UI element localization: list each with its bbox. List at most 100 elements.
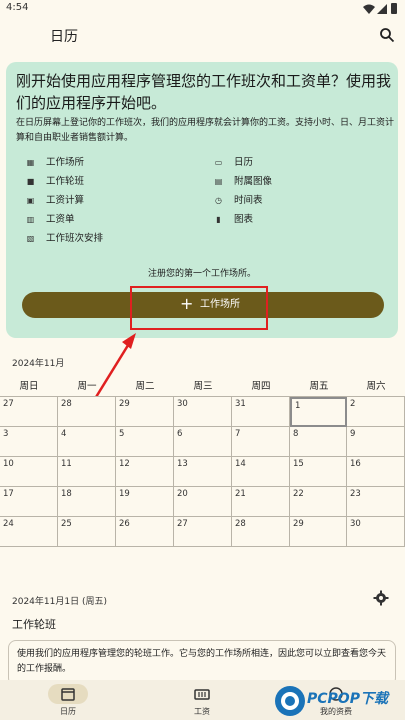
calendar-day-cell[interactable]: 11 xyxy=(58,457,116,487)
calendar-icon xyxy=(61,688,75,701)
page-title: 日历 xyxy=(50,29,78,45)
calculator-icon: ▣ xyxy=(26,196,35,205)
calendar-day-cell[interactable]: 25 xyxy=(58,517,116,547)
calendar-day-cell[interactable]: 14 xyxy=(232,457,290,487)
calendar-day-cell[interactable]: 13 xyxy=(174,457,232,487)
wifi-icon xyxy=(363,4,375,14)
watermark: PCPOP下载 xyxy=(273,684,403,718)
search-icon[interactable] xyxy=(379,27,395,43)
calendar-day-number: 12 xyxy=(119,459,130,469)
calendar-day-cell[interactable]: 19 xyxy=(116,487,174,517)
calendar-day-number: 27 xyxy=(177,519,188,529)
gear-icon[interactable] xyxy=(373,590,389,606)
calendar-day-cell[interactable]: 5 xyxy=(116,427,174,457)
calendar-day-number: 29 xyxy=(293,519,304,529)
calendar-day-cell[interactable]: 20 xyxy=(174,487,232,517)
welcome-description: 在日历屏幕上登记你的工作班次，我们的应用程序就会计算你的工资。支持小时、日、月工… xyxy=(16,118,395,143)
calendar-day-number: 1 xyxy=(295,401,301,411)
calendar-day-cell[interactable]: 28 xyxy=(58,397,116,427)
calendar-day-number: 17 xyxy=(3,489,14,499)
calendar-day-cell[interactable]: 9 xyxy=(347,427,405,457)
calendar-day-cell[interactable]: 27 xyxy=(0,397,58,427)
calendar-day-cell[interactable]: 27 xyxy=(174,517,232,547)
calendar-day-cell[interactable]: 7 xyxy=(232,427,290,457)
weekday-mon: 周一 xyxy=(77,381,97,392)
calendar-day-number: 16 xyxy=(350,459,361,469)
calendar-day-number: 19 xyxy=(119,489,130,499)
shift-info-text: 使用我们的应用程序管理您的轮班工作。它与您的工作场所相连，因此您可以立即查看您今… xyxy=(17,649,387,674)
calendar-day-cell[interactable]: 6 xyxy=(174,427,232,457)
calendar-day-number: 27 xyxy=(3,399,14,409)
selected-date-label: 2024年11月1日 (周五) xyxy=(12,597,107,607)
calendar-day-number: 4 xyxy=(61,429,67,439)
calendar-day-cell[interactable]: 21 xyxy=(232,487,290,517)
chart-icon: ▮ xyxy=(216,215,221,224)
calendar-day-cell[interactable]: 15 xyxy=(290,457,347,487)
status-time: 4:54 xyxy=(6,2,29,13)
calendar-day-cell[interactable]: 2 xyxy=(347,397,405,427)
calendar-day-number: 13 xyxy=(177,459,188,469)
calendar-day-number: 2 xyxy=(350,399,356,409)
calendar-day-number: 21 xyxy=(235,489,246,499)
welcome-heading: 刚开始使用应用程序管理您的工作班次和工资单？使用我们的应用程序开始吧。 xyxy=(16,72,392,112)
nav-item-payroll[interactable]: 工资 xyxy=(162,684,242,718)
calendar-day-number: 11 xyxy=(61,459,72,469)
status-icons xyxy=(363,3,399,15)
building-icon: ▦ xyxy=(26,158,35,167)
calendar-day-number: 14 xyxy=(235,459,246,469)
calendar-day-cell[interactable]: 4 xyxy=(58,427,116,457)
calendar-day-number: 6 xyxy=(177,429,183,439)
weekday-tue: 周二 xyxy=(135,381,155,392)
calendar-day-cell[interactable]: 29 xyxy=(116,397,174,427)
payroll-icon xyxy=(194,689,210,700)
calendar-day-number: 26 xyxy=(119,519,130,529)
briefcase-icon: ■ xyxy=(26,177,35,186)
calendar-day-number: 24 xyxy=(3,519,14,529)
calendar-day-cell[interactable]: 29 xyxy=(290,517,347,547)
calendar-day-cell[interactable]: 31 xyxy=(232,397,290,427)
calendar-day-number: 23 xyxy=(350,489,361,499)
calendar-day-cell[interactable]: 24 xyxy=(0,517,58,547)
calendar-day-cell[interactable]: 12 xyxy=(116,457,174,487)
calendar-day-number: 9 xyxy=(350,429,356,439)
calendar-day-number: 30 xyxy=(177,399,188,409)
calendar-day-cell[interactable]: 30 xyxy=(174,397,232,427)
calendar-day-cell[interactable]: 23 xyxy=(347,487,405,517)
calendar-day-number: 7 xyxy=(235,429,241,439)
clock-icon: ◷ xyxy=(215,196,222,205)
weekday-sun: 周日 xyxy=(19,381,39,392)
calendar-day-cell[interactable]: 22 xyxy=(290,487,347,517)
calendar-day-cell[interactable]: 17 xyxy=(0,487,58,517)
nav-item-calendar[interactable]: 日历 xyxy=(28,684,108,718)
weekday-header: 周日 周一 周二 周三 周四 周五 周六 xyxy=(0,378,405,394)
calendar-day-cell[interactable]: 10 xyxy=(0,457,58,487)
month-label: 2024年11月 xyxy=(12,359,65,369)
calendar-day-cell[interactable]: 28 xyxy=(232,517,290,547)
calendar-day-number: 15 xyxy=(293,459,304,469)
calendar-day-cell[interactable]: 26 xyxy=(116,517,174,547)
weekday-thu: 周四 xyxy=(251,381,271,392)
calendar-day-number: 29 xyxy=(119,399,130,409)
calendar-day-number: 18 xyxy=(61,489,72,499)
status-bar: 4:54 xyxy=(0,0,405,18)
weekday-sat: 周六 xyxy=(366,381,386,392)
calendar-day-number: 28 xyxy=(235,519,246,529)
battery-icon xyxy=(391,3,397,14)
signal-icon xyxy=(377,4,387,14)
calendar-day-cell[interactable]: 30 xyxy=(347,517,405,547)
calendar-day-number: 8 xyxy=(293,429,299,439)
watermark-text: PCPOP下载 xyxy=(307,691,388,707)
register-prompt: 注册您的第一个工作场所。 xyxy=(147,269,256,279)
calendar-day-cell[interactable]: 1 xyxy=(290,397,347,427)
calendar-day-cell[interactable]: 8 xyxy=(290,427,347,457)
calendar-day-number: 28 xyxy=(61,399,72,409)
schedule-icon: ▧ xyxy=(26,234,35,243)
calendar-day-cell[interactable]: 16 xyxy=(347,457,405,487)
images-icon: ▤ xyxy=(214,177,223,186)
calendar-day-number: 20 xyxy=(177,489,188,499)
calendar-day-cell[interactable]: 3 xyxy=(0,427,58,457)
calendar-day-number: 5 xyxy=(119,429,125,439)
calendar-day-cell[interactable]: 18 xyxy=(58,487,116,517)
weekday-fri: 周五 xyxy=(309,381,329,392)
calendar-grid: 27 28 29 30 31 1 2 3 4 5 6 7 8 9 10 11 12 13 14 15 16 17 18 19 2… xyxy=(0,396,405,566)
